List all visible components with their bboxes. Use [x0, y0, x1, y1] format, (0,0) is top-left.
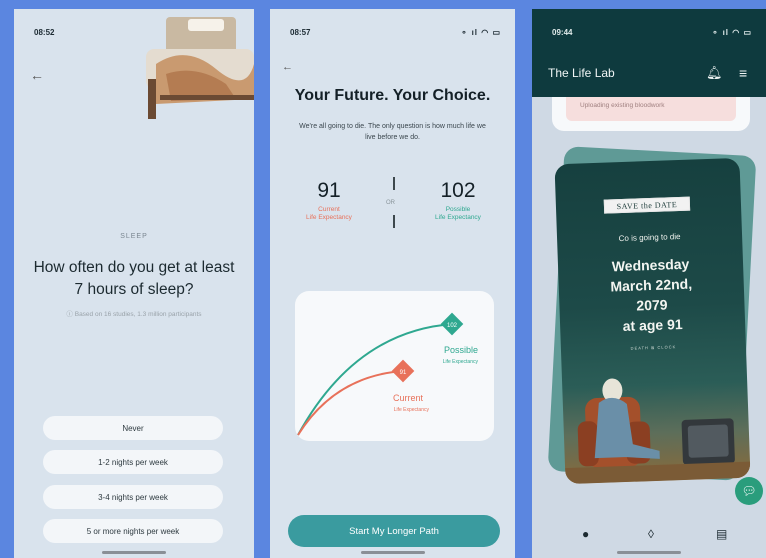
status-icons: ⚬ ıl ◠ ▭	[460, 27, 501, 37]
divider-top	[393, 177, 395, 190]
future-choice-screen: 08:57 ⚬ ıl ◠ ▭ ← Your Future. Your Choic…	[270, 9, 515, 558]
death-announcement: Co is going to die	[618, 231, 681, 244]
status-time: 08:57	[290, 27, 311, 37]
possible-chart-sublabel: Life Expectancy	[443, 359, 479, 365]
possible-marker: 102	[440, 312, 464, 336]
bed-illustration	[126, 9, 254, 121]
nav-book-icon[interactable]: ▤	[716, 527, 727, 541]
option-3-4-nights[interactable]: 3-4 nights per week	[43, 485, 223, 509]
question-title: How often do you get at least 7 hours of…	[33, 259, 235, 298]
death-clock-screen: 09:44 ⚬ ıl ◠ ▭ The Life Lab 🔔︎ ≡ Uploadi…	[532, 9, 766, 558]
nav-clock-icon[interactable]: ●	[582, 527, 589, 541]
current-chart-sublabel: Life Expectancy	[394, 407, 430, 413]
status-bar: 08:57 ⚬ ıl ◠ ▭	[290, 25, 501, 39]
nav-drop-icon[interactable]: ◊	[648, 527, 654, 541]
possible-label: Possible Life Expectancy	[435, 206, 481, 221]
app-title: The Life Lab	[548, 66, 615, 80]
option-never[interactable]: Never	[43, 416, 223, 440]
status-icons: ⚬ ıl ◠ ▭	[711, 27, 752, 37]
start-longer-path-button[interactable]: Start My Longer Path	[288, 515, 500, 547]
status-time: 08:52	[34, 27, 55, 37]
home-indicator	[102, 551, 166, 554]
chat-button[interactable]: 💬︎	[735, 477, 763, 505]
divider-bottom	[393, 215, 395, 228]
possible-curve	[297, 323, 454, 436]
current-value: 91	[317, 179, 341, 202]
possible-value: 102	[440, 179, 476, 202]
status-bar: 09:44 ⚬ ıl ◠ ▭	[552, 25, 752, 39]
life-expectancy-chart-card: 102 91 Possible Life Expectancy Current …	[295, 291, 494, 441]
bell-icon[interactable]: 🔔︎	[706, 65, 723, 81]
current-label: Current Life Expectancy	[306, 206, 352, 221]
current-chart-label: Current	[393, 393, 424, 403]
back-arrow-icon[interactable]: ←	[282, 61, 293, 73]
option-1-2-nights[interactable]: 1-2 nights per week	[43, 450, 223, 474]
home-indicator	[617, 551, 681, 554]
category-label: SLEEP	[120, 233, 148, 240]
upload-status: Uploading existing bloodwork	[566, 97, 736, 121]
skeleton-armchair-illustration	[565, 378, 751, 485]
home-indicator	[360, 551, 425, 554]
app-header: 09:44 ⚬ ıl ◠ ▭ The Life Lab 🔔︎ ≡	[532, 9, 766, 97]
save-the-date-poster[interactable]: SAVE the DATE Co is going to die Wednesd…	[554, 157, 751, 485]
current-curve	[297, 370, 404, 436]
death-date: Wednesday March 22nd, 2079 at age 91	[558, 252, 746, 338]
chat-icon: 💬︎	[741, 484, 757, 498]
or-label: OR	[386, 200, 395, 206]
svg-text:102: 102	[447, 323, 458, 329]
back-arrow-icon[interactable]: ←	[30, 67, 44, 83]
current-marker: 91	[391, 359, 415, 383]
status-time: 09:44	[552, 27, 573, 37]
upload-text: Uploading existing bloodwork	[580, 102, 665, 109]
save-the-date-label: SAVE the DATE	[603, 196, 691, 214]
possible-chart-label: Possible	[444, 345, 478, 355]
menu-icon[interactable]: ≡	[739, 65, 747, 81]
page-subtitle: We're all going to die. The only questio…	[299, 123, 486, 141]
upload-card: Uploading existing bloodwork	[552, 97, 750, 131]
study-note: ⓘ Based on 16 studies, 1.3 million parti…	[66, 311, 202, 318]
sleep-question-screen: 08:52 ← SLEEP How often do you get at le…	[14, 9, 254, 558]
svg-text:91: 91	[400, 370, 407, 376]
option-5-plus-nights[interactable]: 5 or more nights per week	[43, 519, 223, 543]
page-title: Your Future. Your Choice.	[294, 87, 491, 104]
death-clock-logo: DEATH ⊠ CLOCK	[630, 344, 677, 351]
